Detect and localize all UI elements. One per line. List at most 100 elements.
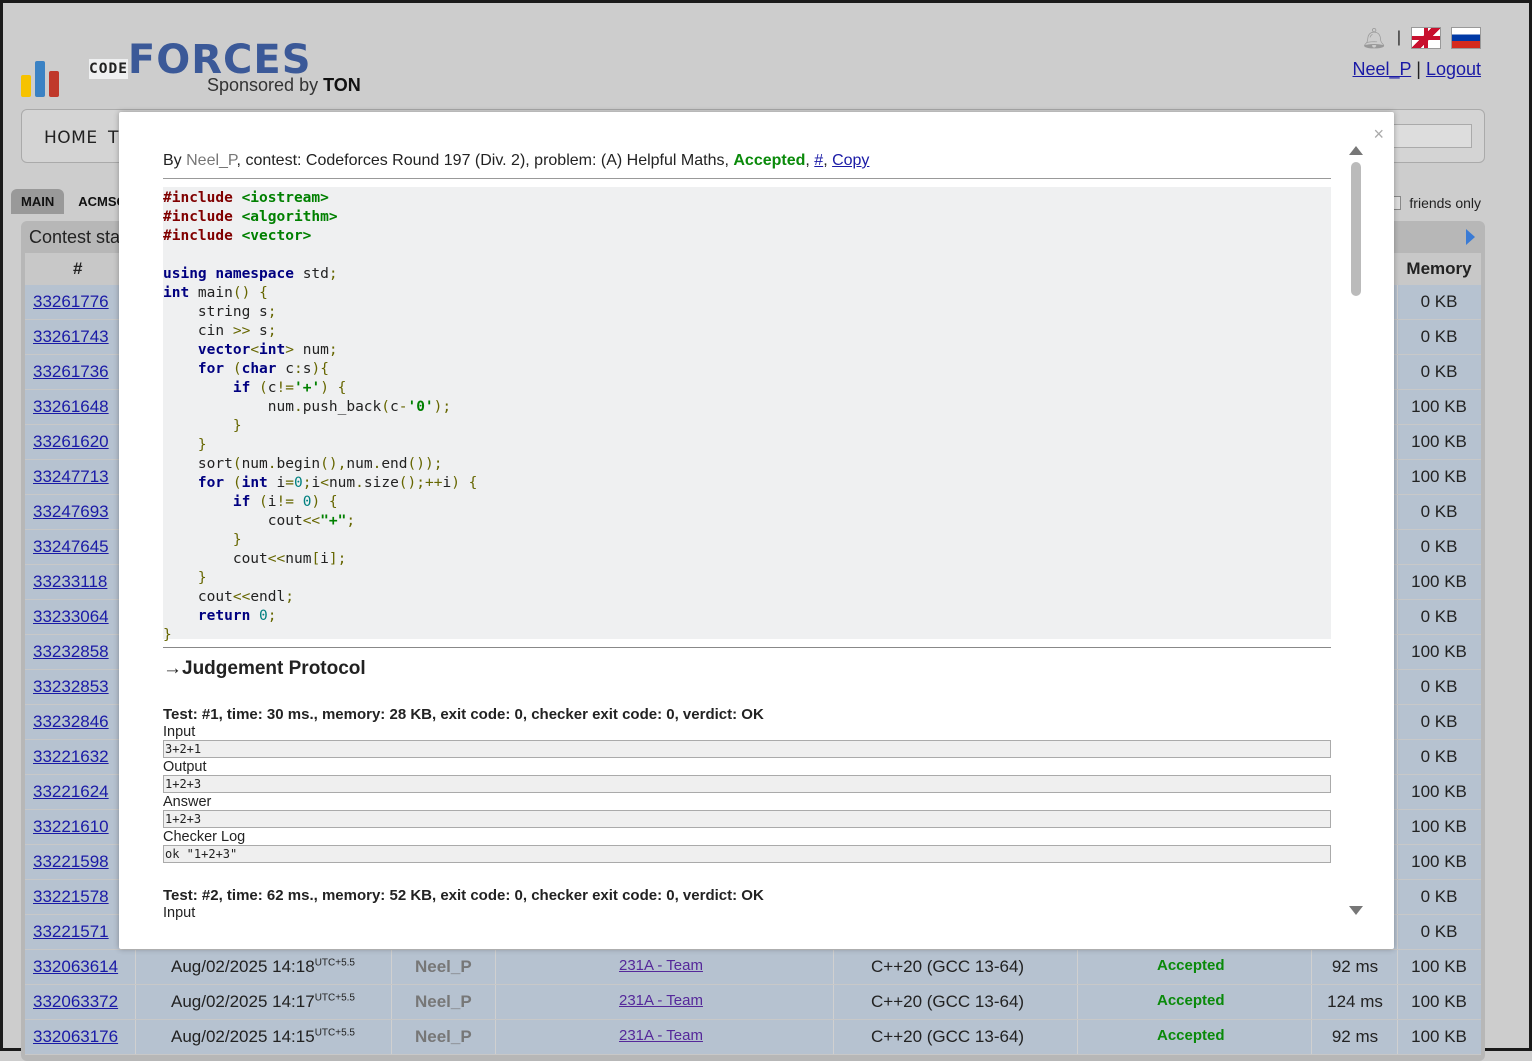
column-divider [1077, 985, 1078, 1019]
source-code-modal: × By Neel_P, contest: Codeforces Round 1… [119, 112, 1394, 949]
column-divider [391, 950, 392, 984]
close-icon[interactable]: × [1373, 124, 1384, 145]
tab-main[interactable]: MAIN [11, 189, 65, 214]
memory-cell: 0 KB [1420, 712, 1458, 731]
source-code-block[interactable]: #include <iostream> #include <algorithm>… [163, 187, 1331, 643]
column-divider [1077, 950, 1078, 984]
submission-id-cell: 33221571 [33, 922, 109, 942]
time-cell: 92 ms [1331, 957, 1379, 976]
permalink-link[interactable]: # [814, 152, 823, 169]
submission-id-cell: 33233064 [33, 607, 109, 627]
submission-id-cell: 33221578 [33, 887, 109, 907]
judgement-protocol-title[interactable]: →Judgement Protocol [163, 658, 1331, 680]
language-cell: C++20 (GCC 13-64) [871, 992, 1025, 1011]
submission-id-link[interactable]: 332063176 [33, 1027, 118, 1046]
column-divider [1397, 635, 1398, 669]
checker-log-label: Checker Log [163, 829, 246, 845]
submission-id-link[interactable]: 33221610 [33, 817, 109, 836]
language-cell: C++20 (GCC 13-64) [871, 957, 1025, 976]
test-answer-box: 1+2+3 [163, 810, 1331, 828]
modal-content: By Neel_P, contest: Codeforces Round 197… [163, 152, 1331, 921]
submission-id-link[interactable]: 33261620 [33, 432, 109, 451]
submission-id-link[interactable]: 33232846 [33, 712, 109, 731]
bell-icon[interactable]: 🔔︎ [1361, 26, 1386, 51]
submission-id-link[interactable]: 33221624 [33, 782, 109, 801]
verdict-cell[interactable]: Accepted [1157, 1027, 1225, 1044]
submission-id-link[interactable]: 33261736 [33, 362, 109, 381]
submission-id-cell: 33232846 [33, 712, 109, 732]
output-label: Output [163, 759, 207, 775]
scroll-up-arrow-icon[interactable] [1349, 146, 1363, 155]
uk-flag-icon[interactable] [1411, 27, 1441, 49]
column-divider [135, 1020, 136, 1054]
submission-id-link[interactable]: 33221598 [33, 852, 109, 871]
submission-id-link[interactable]: 332063614 [33, 957, 118, 976]
submission-id-link[interactable]: 33233064 [33, 607, 109, 626]
memory-cell: 100 KB [1411, 782, 1467, 801]
author-name[interactable]: Neel_P [415, 992, 472, 1012]
submission-id-cell: 33247713 [33, 467, 109, 487]
test-2-header: Test: #2, time: 62 ms., memory: 52 KB, e… [163, 887, 764, 904]
column-divider [1397, 845, 1398, 879]
table-row: 332063372 Aug/02/2025 14:17UTC+5.5 Neel_P 2… [25, 985, 1481, 1020]
submission-id-link[interactable]: 33221578 [33, 887, 109, 906]
column-divider [1397, 390, 1398, 424]
memory-cell: 0 KB [1420, 677, 1458, 696]
submission-id-link[interactable]: 33233118 [33, 572, 107, 591]
memory-cell: 100 KB [1411, 992, 1467, 1011]
submission-id-link[interactable]: 332063372 [33, 992, 118, 1011]
submission-id-link[interactable]: 33261776 [33, 292, 109, 311]
problem-link[interactable]: 231A - Team [619, 957, 703, 974]
submission-id-link[interactable]: 33221632 [33, 747, 109, 766]
column-divider [1397, 1020, 1398, 1054]
copy-link[interactable]: Copy [832, 152, 869, 169]
submission-id-link[interactable]: 33232858 [33, 642, 109, 661]
submission-id-cell: 33221632 [33, 747, 109, 767]
author-name[interactable]: Neel_P [415, 1027, 472, 1047]
column-divider [833, 1020, 834, 1054]
author-name[interactable]: Neel_P [415, 957, 472, 977]
codeforces-logo[interactable]: CODEFORCES Sponsored by TON [19, 35, 379, 101]
memory-cell: 100 KB [1411, 1027, 1467, 1046]
table-row: 332063614 Aug/02/2025 14:18UTC+5.5 Neel_P 2… [25, 950, 1481, 985]
submission-id-link[interactable]: 33261743 [33, 327, 109, 346]
answer-label: Answer [163, 794, 212, 810]
memory-cell: 0 KB [1420, 362, 1458, 381]
column-divider [1397, 810, 1398, 844]
russia-flag-icon[interactable] [1451, 27, 1481, 49]
column-divider [495, 950, 496, 984]
column-divider [1311, 985, 1312, 1019]
submission-id-link[interactable]: 33232853 [33, 677, 109, 696]
column-divider [1397, 600, 1398, 634]
submission-id-cell: 33261743 [33, 327, 109, 347]
scroll-down-arrow-icon[interactable] [1349, 906, 1363, 915]
logout-link[interactable]: Logout [1426, 59, 1481, 79]
submission-id-link[interactable]: 33221571 [33, 922, 109, 941]
submission-id-link[interactable]: 33247693 [33, 502, 109, 521]
nav-home[interactable]: HOME [44, 128, 98, 148]
scrollbar-thumb[interactable] [1351, 162, 1361, 296]
submission-id-link[interactable]: 33247645 [33, 537, 109, 556]
checker-log-box: ok "1+2+3" [163, 845, 1331, 863]
verdict-cell[interactable]: Accepted [1157, 992, 1225, 1009]
submission-id-cell: 33232853 [33, 677, 109, 697]
submission-id-cell: 33261776 [33, 292, 109, 312]
user-profile-link[interactable]: Neel_P [1353, 59, 1412, 79]
friends-only-filter[interactable]: friends only [1387, 195, 1481, 211]
submission-id-cell: 33221624 [33, 782, 109, 802]
column-divider [1397, 705, 1398, 739]
memory-cell: 0 KB [1420, 327, 1458, 346]
verdict-cell[interactable]: Accepted [1157, 957, 1225, 974]
next-page-arrow-icon[interactable] [1466, 229, 1475, 245]
problem-link[interactable]: 231A - Team [619, 1027, 703, 1044]
divider [163, 647, 1331, 648]
column-divider [1397, 670, 1398, 704]
submission-id-link[interactable]: 33261648 [33, 397, 109, 416]
submission-id-cell: 33247693 [33, 502, 109, 522]
column-divider [1397, 740, 1398, 774]
problem-link[interactable]: 231A - Team [619, 992, 703, 1009]
submission-id-link[interactable]: 33247713 [33, 467, 109, 486]
memory-cell: 100 KB [1411, 957, 1467, 976]
input-label: Input [163, 724, 196, 740]
memory-cell: 0 KB [1420, 537, 1458, 556]
